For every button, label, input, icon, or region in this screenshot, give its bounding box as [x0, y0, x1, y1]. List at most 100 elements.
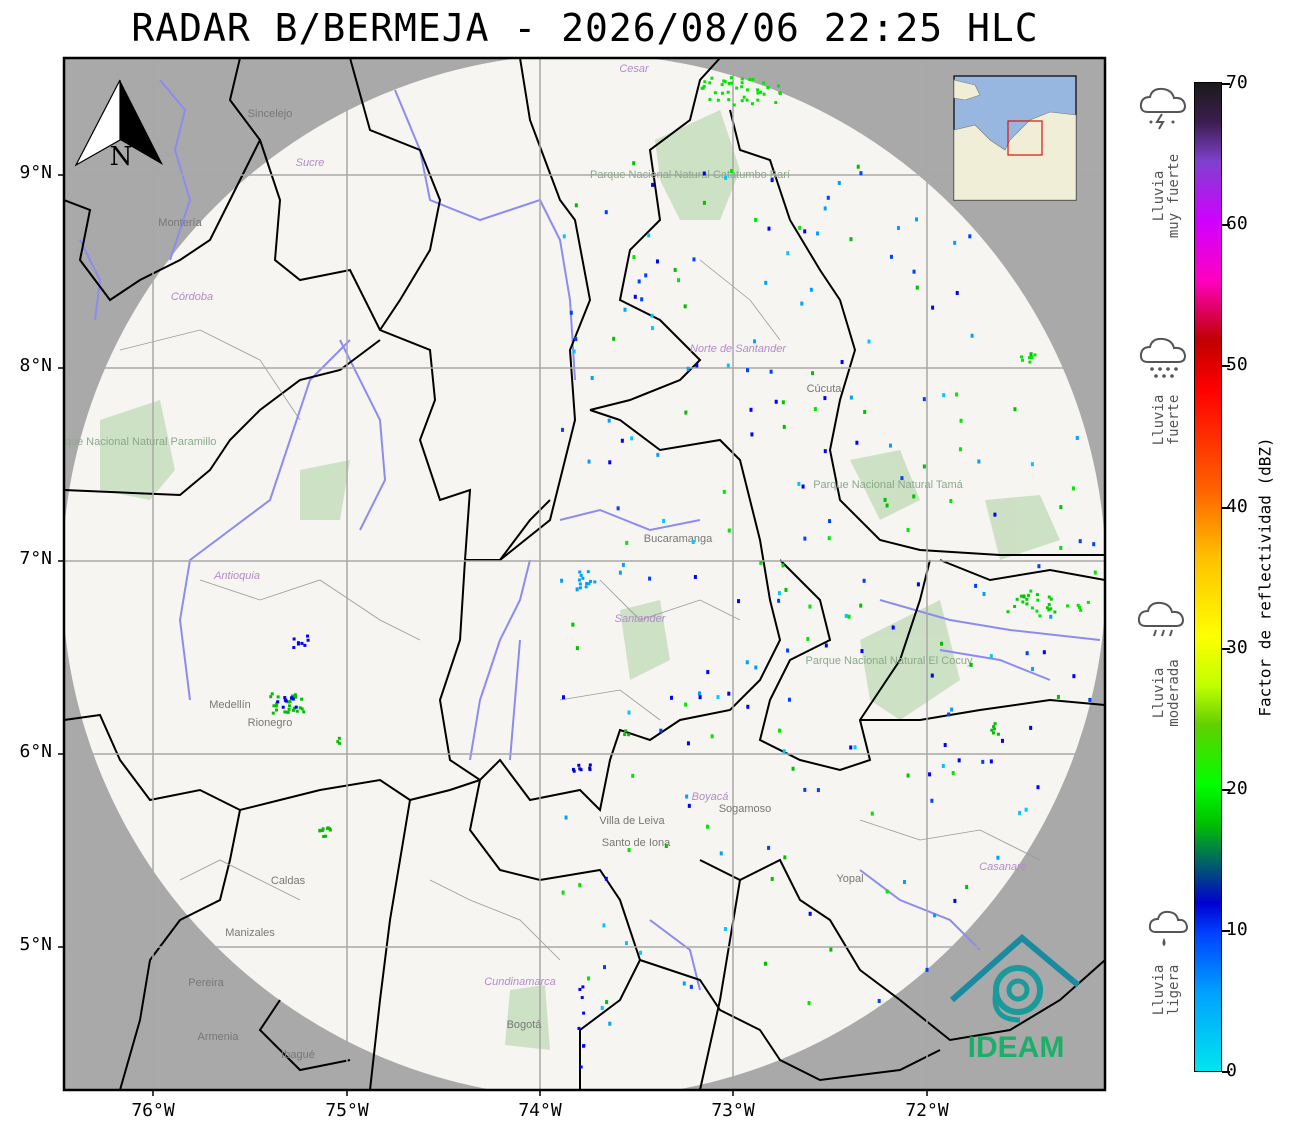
radar-echo [685, 795, 688, 799]
radar-echo [751, 78, 754, 81]
radar-echo [690, 985, 693, 989]
rain-label-heavy: Lluvia fuerte [1152, 395, 1182, 446]
radar-echo [806, 637, 809, 641]
radar-echo [800, 302, 803, 306]
radar-echo [687, 367, 690, 371]
radar-echo [574, 337, 577, 341]
rain-label-light: Lluvia ligera [1152, 965, 1182, 1016]
radar-echo [771, 178, 774, 182]
radar-echo [968, 234, 971, 238]
radar-echo [1027, 594, 1030, 597]
radar-echo [953, 241, 956, 245]
radar-echo [746, 660, 749, 664]
radar-echo [276, 700, 279, 703]
radar-echo [1020, 595, 1023, 598]
radar-echo [1043, 650, 1046, 654]
radar-echo [915, 217, 918, 221]
lon-label-73w: 73°W [693, 1100, 773, 1121]
radar-echo [578, 579, 581, 582]
radar-map: SucreCórdobaAntioquiaNorte de SantanderS… [0, 0, 1315, 1137]
radar-echo [727, 91, 730, 94]
radar-echo [275, 709, 278, 712]
radar-echo [706, 825, 709, 829]
radar-echo [841, 360, 844, 364]
radar-echo [288, 704, 291, 707]
radar-echo [754, 218, 757, 222]
radar-echo [582, 1012, 585, 1015]
radar-echo [746, 99, 749, 102]
colorbar-tick-label: 60 [1226, 213, 1248, 234]
region-label: Antioquia [213, 570, 260, 582]
radar-echo [974, 584, 977, 588]
radar-echo [863, 410, 866, 414]
radar-echo [923, 397, 926, 401]
radar-echo [575, 203, 578, 207]
radar-echo [703, 80, 706, 83]
radar-echo [1021, 600, 1024, 603]
radar-echo [625, 941, 628, 945]
radar-echo [907, 528, 910, 532]
radar-echo [741, 99, 744, 102]
radar-echo [933, 913, 936, 917]
radar-echo [591, 376, 594, 380]
radar-echo [302, 710, 305, 713]
radar-echo [589, 580, 592, 583]
radar-echo [753, 339, 756, 343]
city-label: Caldas [271, 875, 306, 887]
radar-echo [950, 708, 953, 712]
radar-echo [845, 614, 848, 618]
radar-echo [827, 196, 830, 200]
radar-echo [756, 99, 759, 102]
radar-echo [605, 210, 608, 214]
radar-echo [884, 498, 887, 502]
rain-label-very-heavy: Lluvia muy fuerte [1152, 154, 1182, 238]
radar-echo [608, 460, 611, 464]
moderate-rain-cloud-icon [1136, 598, 1190, 644]
radar-echo [603, 965, 606, 969]
city-label: Cúcuta [807, 383, 843, 395]
radar-echo [859, 171, 862, 175]
radar-echo [952, 771, 955, 775]
radar-echo [1037, 785, 1040, 789]
radar-echo [292, 698, 295, 701]
region-label: Norte de Santander [690, 343, 787, 355]
radar-echo [733, 103, 736, 106]
radar-echo [1021, 359, 1024, 362]
lon-label-72w: 72°W [887, 1100, 967, 1121]
radar-echo [293, 638, 296, 641]
radar-echo [1036, 593, 1039, 596]
radar-echo [849, 745, 852, 749]
reflectivity-colorbar [1194, 82, 1222, 1072]
radar-echo [711, 734, 714, 738]
radar-echo [767, 86, 770, 89]
radar-echo [829, 948, 832, 952]
radar-echo [698, 691, 701, 695]
radar-echo [750, 408, 753, 412]
radar-echo [587, 976, 590, 980]
lat-label-8n: 8°N [0, 355, 52, 376]
city-label: Montería [158, 217, 202, 229]
region-label: Sucre [296, 157, 325, 169]
radar-echo [287, 711, 290, 714]
colorbar-label: Factor de reflectividad (dBZ) [1256, 437, 1275, 716]
radar-echo [828, 519, 831, 523]
radar-echo [762, 82, 765, 85]
radar-echo [1053, 611, 1056, 614]
radar-echo [303, 644, 306, 647]
radar-echo [825, 643, 828, 647]
radar-echo [692, 257, 695, 261]
radar-echo [619, 571, 622, 575]
region-label: Cesar [619, 63, 650, 75]
radar-echo [857, 165, 860, 169]
radar-echo [307, 639, 310, 642]
radar-echo [579, 586, 582, 589]
radar-echo [694, 575, 697, 579]
region-label: Boyacá [692, 791, 729, 803]
region-label: Santander [615, 613, 667, 625]
radar-echo [763, 93, 766, 96]
radar-echo [1046, 606, 1049, 609]
radar-echo [775, 400, 778, 404]
radar-echo [300, 642, 303, 645]
radar-echo [990, 654, 993, 658]
radar-echo [737, 599, 740, 603]
